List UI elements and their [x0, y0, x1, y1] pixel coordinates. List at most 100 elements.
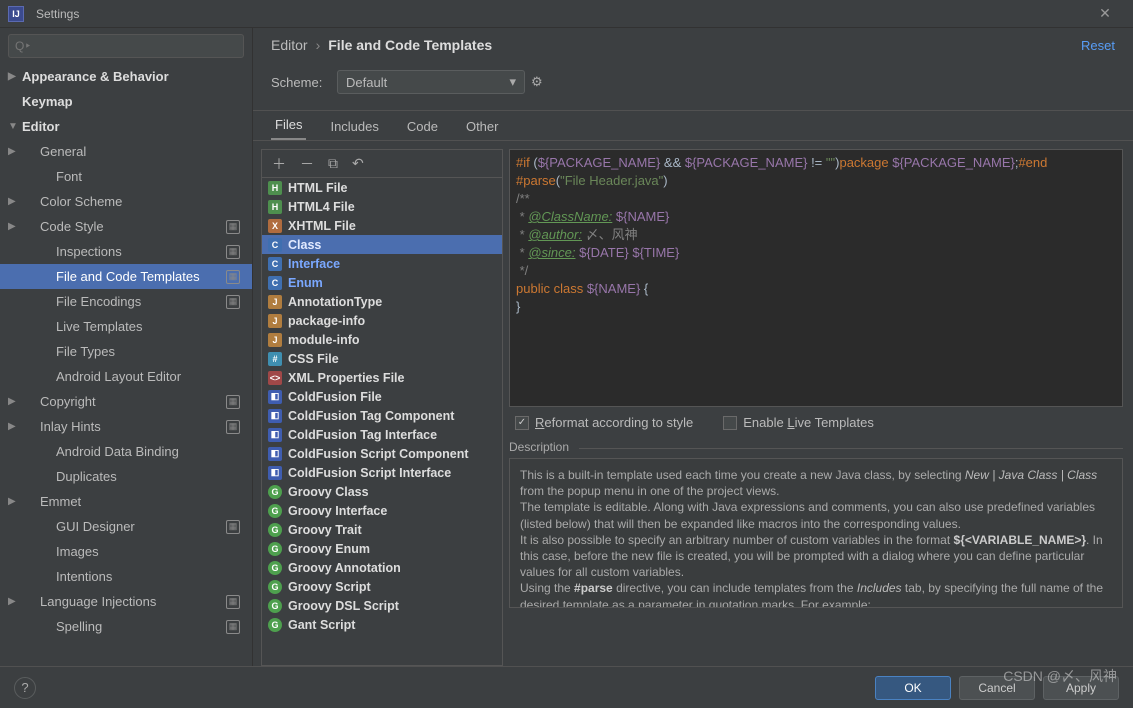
template-item-module-info[interactable]: Jmodule-info — [262, 330, 502, 349]
tree-item-live-templates[interactable]: Live Templates — [0, 314, 252, 339]
tree-item-label: Intentions — [56, 569, 112, 584]
template-item-coldfusion-tag-component[interactable]: ◧ColdFusion Tag Component — [262, 406, 502, 425]
chevron-right-icon: ▶ — [8, 71, 18, 82]
file-type-icon: ◧ — [268, 390, 282, 404]
tree-item-spelling[interactable]: Spelling▦ — [0, 614, 252, 639]
tab-other[interactable]: Other — [462, 113, 503, 140]
file-type-icon: X — [268, 219, 282, 233]
file-type-icon: J — [268, 314, 282, 328]
tree-item-label: Images — [56, 544, 99, 559]
template-item-label: module-info — [288, 333, 360, 347]
template-item-html4-file[interactable]: HHTML4 File — [262, 197, 502, 216]
tree-item-android-data-binding[interactable]: Android Data Binding — [0, 439, 252, 464]
template-item-groovy-annotation[interactable]: GGroovy Annotation — [262, 558, 502, 577]
template-item-xml-properties-file[interactable]: <>XML Properties File — [262, 368, 502, 387]
tree-item-gui-designer[interactable]: GUI Designer▦ — [0, 514, 252, 539]
template-item-label: Enum — [288, 276, 323, 290]
template-item-gant-script[interactable]: GGant Script — [262, 615, 502, 634]
file-type-icon: G — [268, 504, 282, 518]
template-item-coldfusion-file[interactable]: ◧ColdFusion File — [262, 387, 502, 406]
tree-item-file-types[interactable]: File Types — [0, 339, 252, 364]
file-type-icon: ◧ — [268, 409, 282, 423]
chevron-right-icon: ▶ — [8, 496, 18, 507]
template-item-xhtml-file[interactable]: XXHTML File — [262, 216, 502, 235]
tree-item-inlay-hints[interactable]: ▶Inlay Hints▦ — [0, 414, 252, 439]
tree-item-language-injections[interactable]: ▶Language Injections▦ — [0, 589, 252, 614]
template-item-package-info[interactable]: Jpackage-info — [262, 311, 502, 330]
tree-item-keymap[interactable]: Keymap — [0, 89, 252, 114]
file-type-icon: C — [268, 257, 282, 271]
tab-code[interactable]: Code — [403, 113, 442, 140]
tree-item-appearance-behavior[interactable]: ▶Appearance & Behavior — [0, 64, 252, 89]
template-item-groovy-script[interactable]: GGroovy Script — [262, 577, 502, 596]
template-item-groovy-interface[interactable]: GGroovy Interface — [262, 501, 502, 520]
breadcrumb: Editor › File and Code Templates Reset — [253, 28, 1133, 62]
tree-item-android-layout-editor[interactable]: Android Layout Editor — [0, 364, 252, 389]
tree-item-label: Copyright — [40, 394, 96, 409]
tree-item-label: Android Data Binding — [56, 444, 179, 459]
template-editor[interactable]: #if (${PACKAGE_NAME} && ${PACKAGE_NAME} … — [509, 149, 1123, 407]
tab-files[interactable]: Files — [271, 111, 306, 140]
tree-item-label: General — [40, 144, 86, 159]
tree-item-file-and-code-templates[interactable]: File and Code Templates▦ — [0, 264, 252, 289]
scope-icon: ▦ — [226, 270, 240, 284]
gear-icon[interactable]: ⚙ — [531, 74, 543, 90]
copy-icon[interactable]: ⧉ — [328, 155, 338, 172]
tree-item-label: Android Layout Editor — [56, 369, 181, 384]
breadcrumb-part1[interactable]: Editor — [271, 37, 308, 53]
add-icon[interactable]: ＋ — [272, 154, 286, 174]
reset-link[interactable]: Reset — [1081, 38, 1115, 53]
file-type-icon: C — [268, 276, 282, 290]
template-item-interface[interactable]: CInterface — [262, 254, 502, 273]
template-item-coldfusion-script-component[interactable]: ◧ColdFusion Script Component — [262, 444, 502, 463]
file-type-icon: J — [268, 295, 282, 309]
revert-icon[interactable]: ↶ — [352, 155, 364, 172]
tree-item-label: Code Style — [40, 219, 104, 234]
template-item-groovy-enum[interactable]: GGroovy Enum — [262, 539, 502, 558]
file-type-icon: G — [268, 599, 282, 613]
app-logo-icon: IJ — [8, 6, 24, 22]
template-item-groovy-dsl-script[interactable]: GGroovy DSL Script — [262, 596, 502, 615]
ok-button[interactable]: OK — [875, 676, 951, 700]
remove-icon[interactable]: － — [300, 154, 314, 174]
tree-item-editor[interactable]: ▼Editor — [0, 114, 252, 139]
reformat-checkbox[interactable]: ✓ RReformat according to styleeformat ac… — [515, 415, 693, 430]
scheme-select[interactable]: Default ▾ — [337, 70, 525, 94]
tree-item-color-scheme[interactable]: ▶Color Scheme — [0, 189, 252, 214]
file-type-icon: G — [268, 542, 282, 556]
template-item-html-file[interactable]: HHTML File — [262, 178, 502, 197]
template-item-groovy-trait[interactable]: GGroovy Trait — [262, 520, 502, 539]
chevron-right-icon: ▶ — [8, 221, 18, 232]
tree-item-inspections[interactable]: Inspections▦ — [0, 239, 252, 264]
tree-item-font[interactable]: Font — [0, 164, 252, 189]
template-list[interactable]: HHTML FileHHTML4 FileXXHTML FileCClassCI… — [261, 177, 503, 666]
template-item-coldfusion-script-interface[interactable]: ◧ColdFusion Script Interface — [262, 463, 502, 482]
template-item-groovy-class[interactable]: GGroovy Class — [262, 482, 502, 501]
search-input[interactable] — [8, 34, 244, 58]
template-item-label: Groovy Trait — [288, 523, 362, 537]
template-item-coldfusion-tag-interface[interactable]: ◧ColdFusion Tag Interface — [262, 425, 502, 444]
tree-item-duplicates[interactable]: Duplicates — [0, 464, 252, 489]
cancel-button[interactable]: Cancel — [959, 676, 1035, 700]
template-item-css-file[interactable]: #CSS File — [262, 349, 502, 368]
template-item-label: Groovy Annotation — [288, 561, 401, 575]
tree-item-images[interactable]: Images — [0, 539, 252, 564]
tree-item-label: Spelling — [56, 619, 102, 634]
template-item-annotationtype[interactable]: JAnnotationType — [262, 292, 502, 311]
tree-item-label: Inspections — [56, 244, 122, 259]
tree-item-intentions[interactable]: Intentions — [0, 564, 252, 589]
tree-item-emmet[interactable]: ▶Emmet — [0, 489, 252, 514]
file-type-icon: G — [268, 618, 282, 632]
tab-includes[interactable]: Includes — [326, 113, 382, 140]
tree-item-code-style[interactable]: ▶Code Style▦ — [0, 214, 252, 239]
close-icon[interactable]: ✕ — [1085, 5, 1125, 22]
template-item-enum[interactable]: C Enum — [262, 273, 502, 292]
template-item-class[interactable]: CClass — [262, 235, 502, 254]
tree-item-general[interactable]: ▶General — [0, 139, 252, 164]
tree-item-copyright[interactable]: ▶Copyright▦ — [0, 389, 252, 414]
apply-button[interactable]: Apply — [1043, 676, 1119, 700]
tree-item-file-encodings[interactable]: File Encodings▦ — [0, 289, 252, 314]
template-item-label: Class — [288, 238, 321, 252]
help-icon[interactable]: ? — [14, 677, 36, 699]
enable-live-templates-checkbox[interactable]: Enable Live TemplatesEnable Live Templat… — [723, 415, 874, 430]
